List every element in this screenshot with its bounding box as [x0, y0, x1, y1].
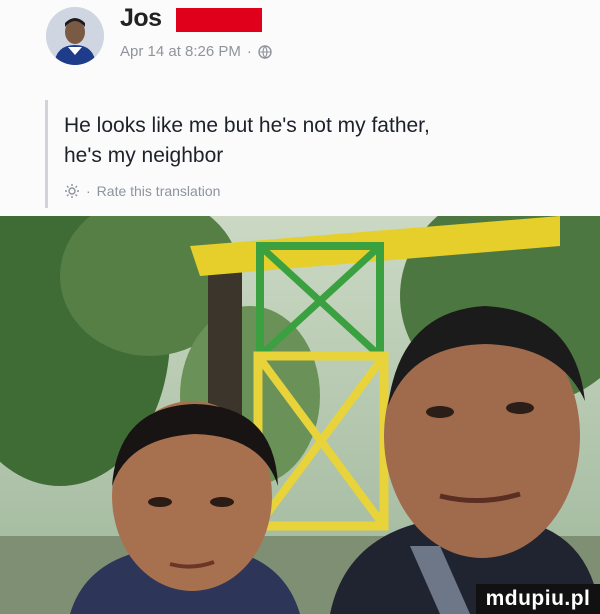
post-timestamp[interactable]: Apr 14 at 8:26 PM: [120, 43, 241, 60]
translation-quote-bar: [45, 100, 48, 208]
author-name[interactable]: Jos: [120, 4, 162, 33]
rate-translation-row: · Rate this translation: [64, 183, 220, 199]
rate-translation-link[interactable]: Rate this translation: [97, 183, 221, 199]
avatar-image: [46, 7, 104, 65]
gear-icon[interactable]: [64, 183, 80, 199]
post-text: He looks like me but he's not my father,…: [64, 111, 584, 171]
post-photo[interactable]: mdupiu.pl: [0, 216, 600, 614]
post-text-line-2: he's my neighbor: [64, 144, 224, 167]
avatar[interactable]: [46, 7, 104, 65]
name-redaction: [176, 8, 262, 32]
post-photo-image: [0, 216, 600, 614]
post-meta: Apr 14 at 8:26 PM ·: [120, 43, 272, 60]
post-header: Jos Apr 14 at 8:26 PM · He looks like me…: [0, 0, 600, 216]
globe-icon[interactable]: [258, 44, 272, 59]
rate-separator: ·: [86, 183, 91, 199]
site-watermark: mdupiu.pl: [476, 584, 600, 614]
meta-separator: ·: [246, 43, 252, 60]
post-text-line-1: He looks like me but he's not my father,: [64, 114, 430, 137]
